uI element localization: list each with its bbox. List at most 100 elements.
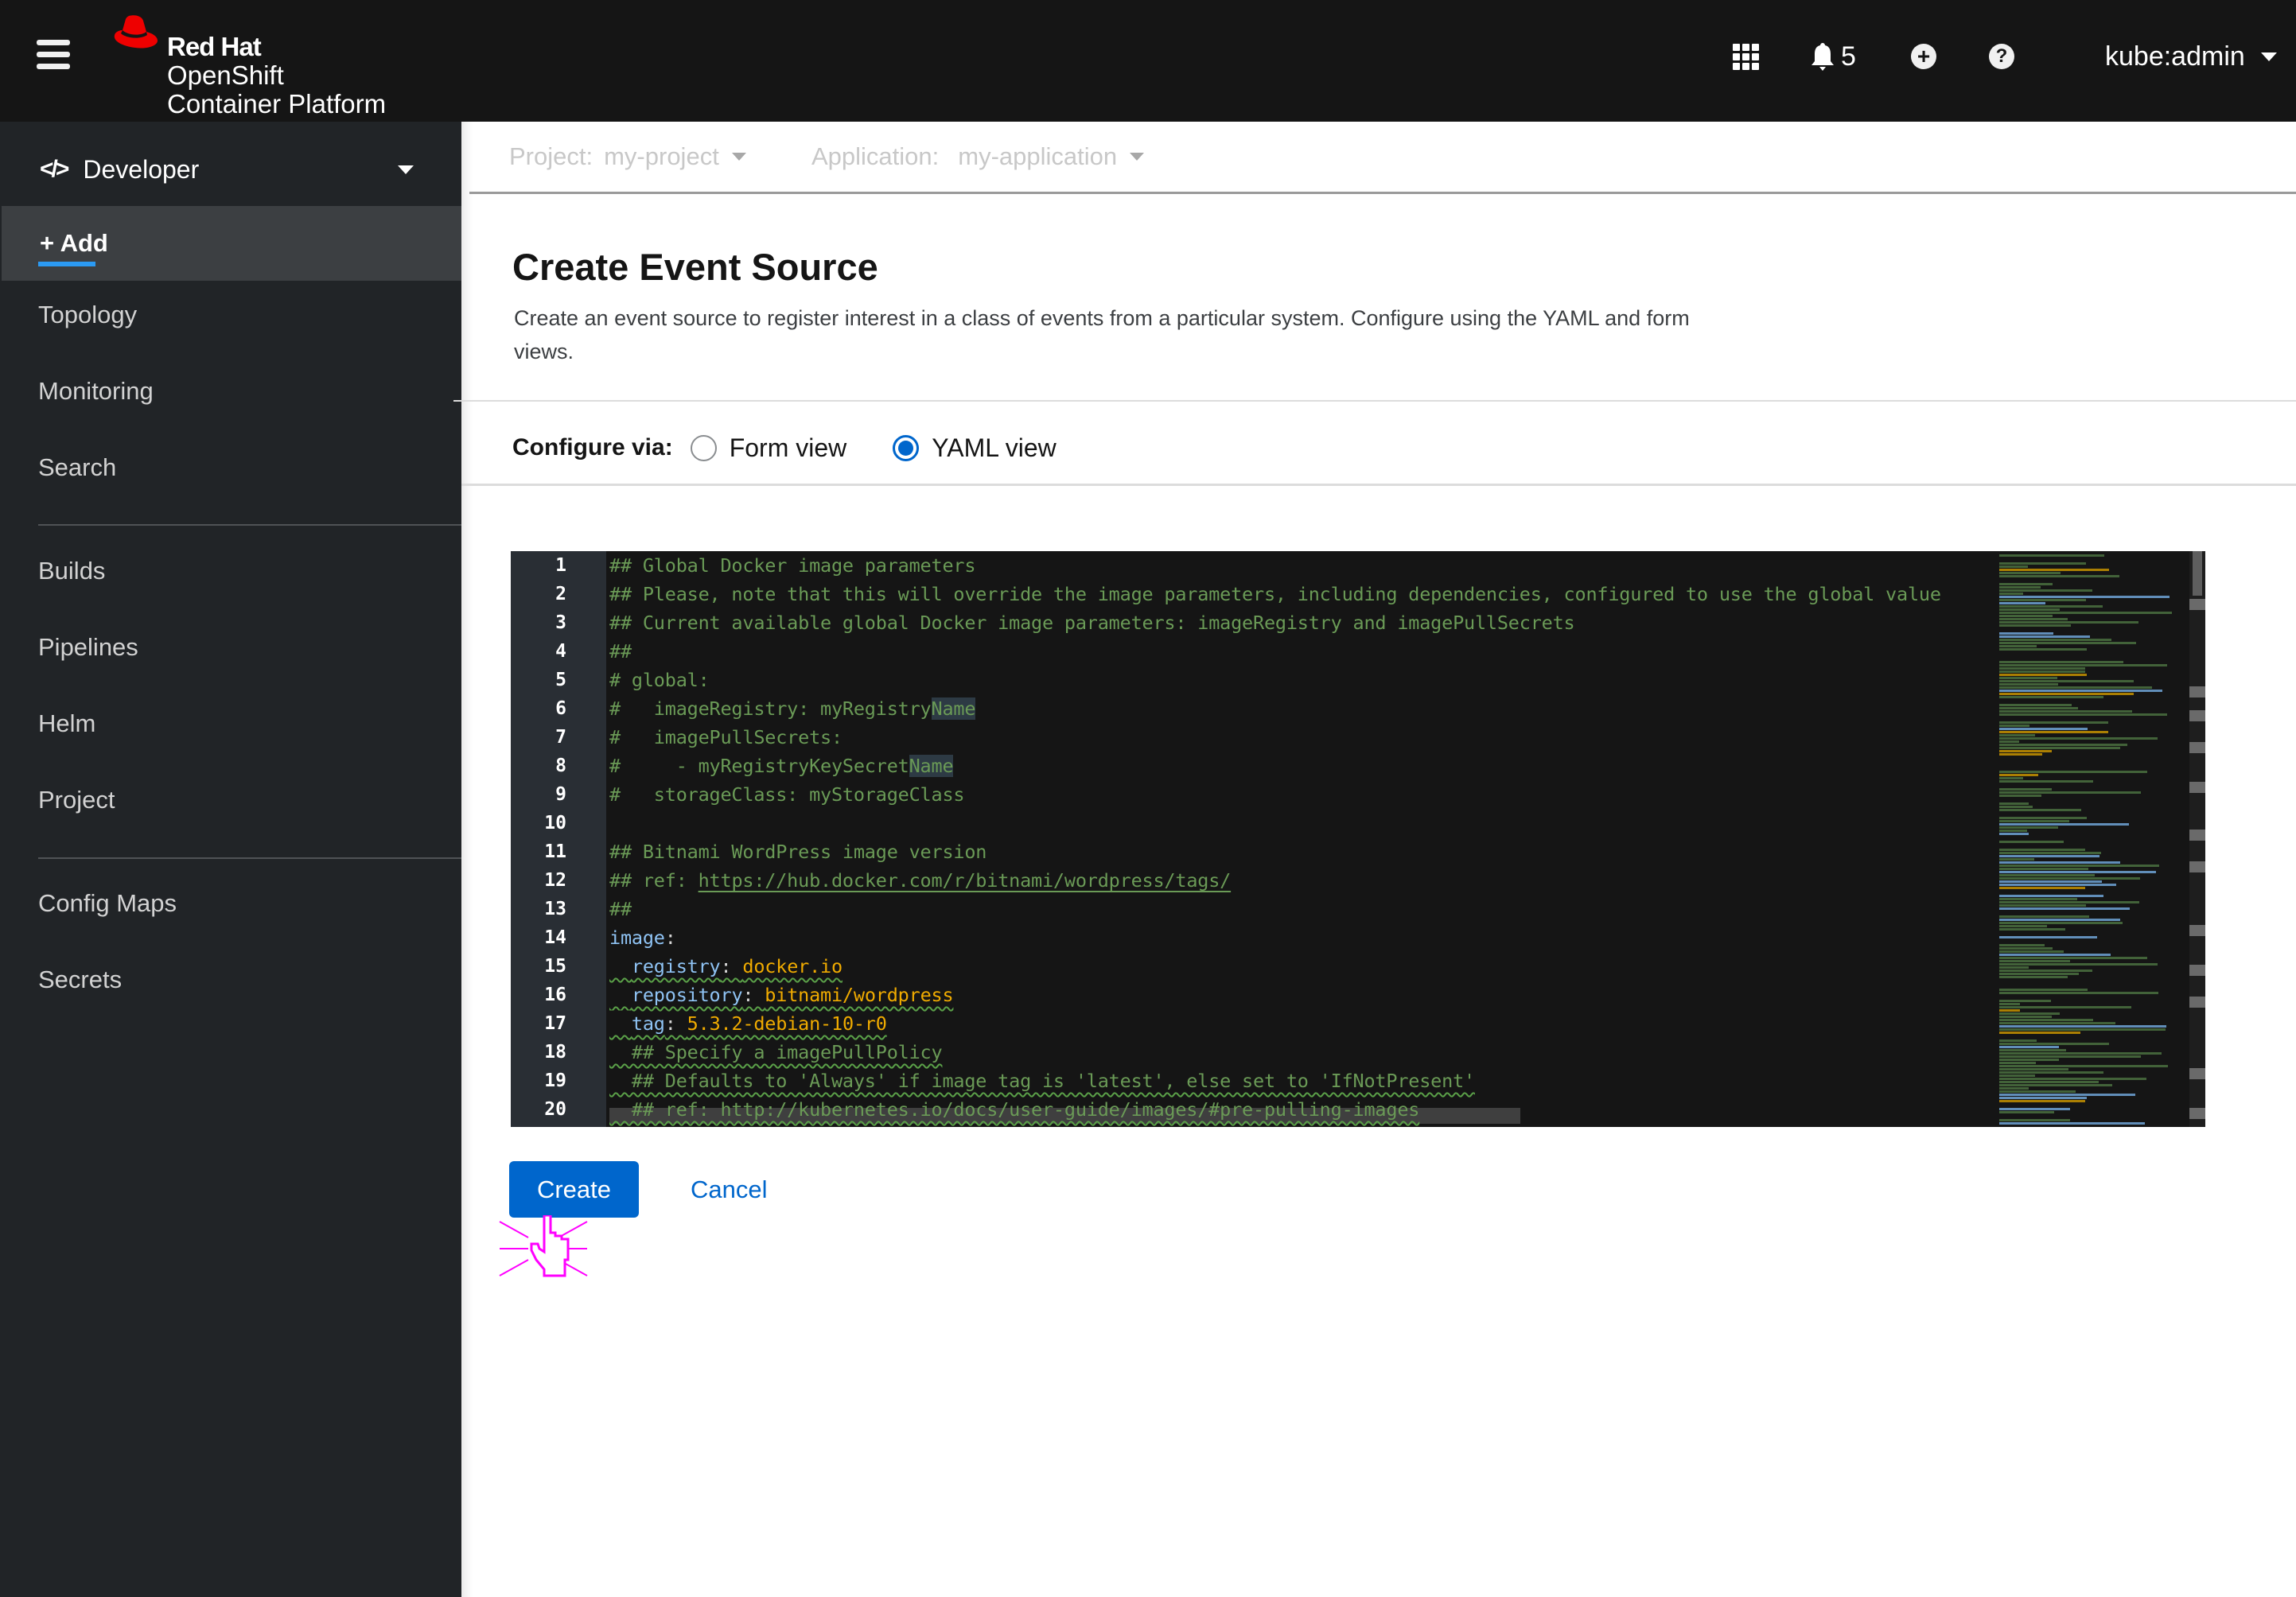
minimap-line: [1999, 635, 2090, 638]
minimap-line: [1999, 740, 2019, 743]
code-line: ## Global Docker image parameters: [609, 554, 976, 577]
minimap-line: [1999, 1046, 2059, 1048]
line-number: 19: [544, 1070, 566, 1091]
minimap-line: [1999, 1068, 2068, 1070]
line-number: 4: [555, 641, 566, 662]
sidebar-item-label: Monitoring: [38, 377, 154, 405]
minimap-line: [1999, 868, 2088, 870]
minimap-line: [1999, 583, 2053, 585]
sidebar-item-helm[interactable]: Helm: [0, 686, 461, 761]
sidebar-item-search[interactable]: Search: [0, 430, 461, 505]
code-line: ##: [609, 640, 632, 663]
cancel-button[interactable]: Cancel: [691, 1161, 768, 1218]
sidebar-item-pipelines[interactable]: Pipelines: [0, 610, 461, 685]
minimap-line: [1999, 565, 2028, 568]
code-line: registry: docker.io: [609, 952, 843, 981]
minimap-line: [1999, 721, 2108, 724]
perspective-switcher[interactable]: </> Developer: [40, 146, 414, 193]
notifications-button[interactable]: 5: [1811, 40, 1856, 73]
line-number: 12: [544, 870, 566, 891]
sidebar-item-monitoring[interactable]: Monitoring: [0, 354, 461, 429]
minimap-line: [1999, 1084, 2112, 1086]
quick-create-button[interactable]: +: [1911, 40, 1936, 73]
sidebar-item-config-maps[interactable]: Config Maps: [0, 866, 461, 941]
help-button[interactable]: ?: [1989, 40, 2014, 73]
yaml-key: repository: [631, 984, 743, 1006]
hamburger-menu-icon[interactable]: [37, 40, 70, 72]
minimap-line: [1999, 1078, 2146, 1080]
minimap-line: [1999, 887, 2085, 889]
overview-ruler-mark: [2189, 861, 2205, 872]
minimap-line: [1999, 1012, 2060, 1015]
minimap-line: [1999, 554, 2104, 557]
minimap-line: [1999, 928, 2065, 931]
radio-form-view[interactable]: Form view: [690, 433, 846, 463]
brand-openshift: OpenShift: [167, 60, 284, 90]
project-selector[interactable]: Project: my-project: [509, 142, 746, 171]
minimap-line: [1999, 642, 2136, 644]
minimap-line: [1999, 599, 2086, 601]
app-launcher-grid-icon[interactable]: [1733, 40, 1759, 73]
code-line: # storageClass: myStorageClass: [609, 783, 965, 806]
configure-divider: [461, 484, 2296, 486]
minimap-line: [1999, 615, 2053, 617]
minimap-line: [1999, 731, 2108, 733]
minimap-line: [1999, 1049, 2066, 1051]
active-indicator: [38, 262, 95, 266]
minimap-line: [1999, 841, 2064, 843]
minimap-line: [1999, 710, 2132, 713]
code-line: tag: 5.3.2-debian-10-r0: [609, 1009, 887, 1038]
sidebar-item-project[interactable]: Project: [0, 763, 461, 837]
radio-unchecked-icon[interactable]: [690, 434, 717, 461]
minimap-line: [1999, 704, 2072, 706]
scrollbar-thumb[interactable]: [2193, 551, 2202, 596]
code-token: # - myRegistryKeySecret: [609, 755, 909, 777]
radio-checked-icon[interactable]: [893, 434, 920, 461]
code-token: :: [720, 955, 743, 977]
minimap-line: [1999, 686, 2152, 689]
radio-yaml-view[interactable]: YAML view: [893, 433, 1057, 463]
yaml-editor[interactable]: 1 2 3 4 5 6 7 8 9 10 11 12 13 14 15 16 1…: [511, 551, 2205, 1127]
editor-minimap[interactable]: [1994, 551, 2189, 1127]
user-menu-toggle[interactable]: kube:admin: [2105, 40, 2277, 73]
minimap-line: [1999, 865, 2159, 867]
minimap-line: [1999, 1006, 2131, 1008]
yaml-key: image: [609, 927, 665, 949]
sidebar-item-label: Secrets: [38, 966, 123, 993]
sidebar-item-secrets[interactable]: Secrets: [0, 942, 461, 1017]
sidebar-item-topology[interactable]: Topology: [0, 278, 461, 352]
minimap-line: [1999, 880, 2102, 883]
minimap-line: [1999, 774, 2038, 776]
code-link[interactable]: https://hub.docker.com/r/bitnami/wordpre…: [699, 869, 1232, 892]
code-icon: </>: [40, 156, 69, 182]
sidebar-item-add[interactable]: + Add: [2, 206, 461, 281]
sidebar-item-label: + Add: [40, 229, 108, 257]
minimap-line: [1999, 976, 2068, 978]
minimap-line: [1999, 969, 2092, 972]
code-area[interactable]: ## Global Docker image parameters ## Ple…: [609, 551, 1991, 1127]
sidebar-item-builds[interactable]: Builds: [0, 534, 461, 608]
minimap-line: [1999, 648, 2087, 651]
create-button[interactable]: Create: [509, 1161, 639, 1218]
code-line: # - myRegistryKeySecretName: [609, 752, 954, 780]
main-content: Project: my-project Application: my-appl…: [453, 122, 2296, 1597]
context-bar: Project: my-project Application: my-appl…: [461, 122, 2296, 194]
code-line: repository: bitnami/wordpress: [609, 981, 954, 1009]
overview-ruler-mark: [2189, 782, 2205, 793]
project-selector-value: my-project: [604, 142, 719, 170]
page-title: Create Event Source: [512, 246, 878, 288]
minimap-line: [1999, 1071, 2103, 1074]
editor-scrollbar[interactable]: [2189, 551, 2205, 1127]
minimap-line: [1999, 674, 2087, 676]
overview-ruler-mark: [2189, 710, 2205, 721]
brand-container-platform: Container Platform: [167, 89, 387, 119]
application-selector[interactable]: Application: my-application: [811, 142, 1145, 171]
minimap-line: [1999, 639, 2111, 641]
line-number: 14: [544, 927, 566, 948]
overview-ruler-mark: [2189, 1108, 2205, 1119]
minimap-line: [1999, 1065, 2168, 1067]
minimap-line: [1999, 1108, 2070, 1110]
sidebar-item-label: Config Maps: [38, 889, 177, 917]
code-line: ## Specify a imagePullPolicy: [609, 1041, 943, 1063]
